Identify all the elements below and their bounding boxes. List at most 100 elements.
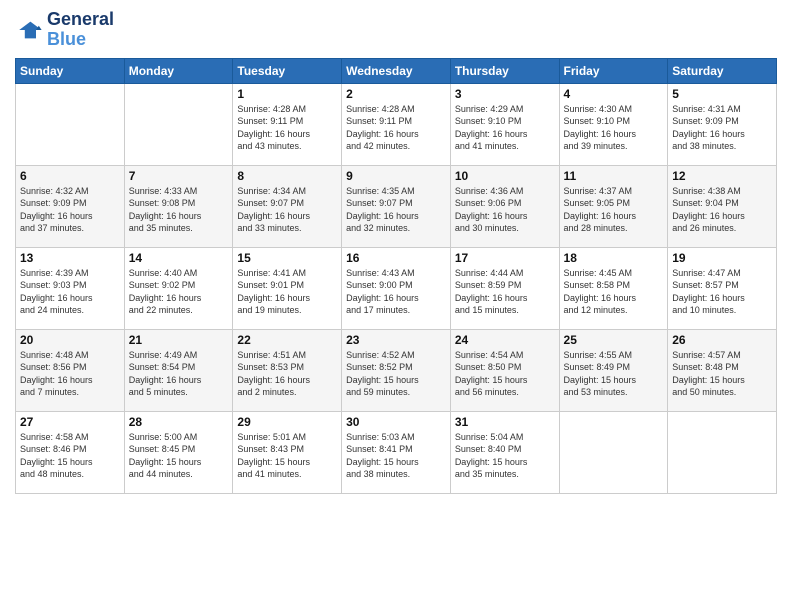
calendar-cell: 14 Sunrise: 4:40 AM Sunset: 9:02 PM Dayli… bbox=[124, 247, 233, 329]
day-number: 30 bbox=[346, 415, 446, 429]
logo-text: GeneralBlue bbox=[47, 10, 114, 50]
calendar-cell: 22Sunrise: 4:51 AM Sunset: 8:53 PM Dayli… bbox=[233, 329, 342, 411]
day-number: 11 bbox=[564, 169, 664, 183]
day-info: Sunrise: 4:37 AM Sunset: 9:05 PM Dayligh… bbox=[564, 185, 664, 235]
day-number: 26 bbox=[672, 333, 772, 347]
weekday-header: Thursday bbox=[450, 58, 559, 83]
calendar: SundayMondayTuesdayWednesdayThursdayFrid… bbox=[15, 58, 777, 494]
day-info: Sunrise: 4:32 AM Sunset: 9:09 PM Dayligh… bbox=[20, 185, 120, 235]
day-number: 2 bbox=[346, 87, 446, 101]
day-number: 23 bbox=[346, 333, 446, 347]
calendar-cell: 2Sunrise: 4:28 AM Sunset: 9:11 PM Daylig… bbox=[342, 83, 451, 165]
day-info: Sunrise: 4:52 AM Sunset: 8:52 PM Dayligh… bbox=[346, 349, 446, 399]
calendar-cell: 17 Sunrise: 4:44 AM Sunset: 8:59 PM Dayli… bbox=[450, 247, 559, 329]
day-number: 5 bbox=[672, 87, 772, 101]
calendar-cell: 16 Sunrise: 4:43 AM Sunset: 9:00 PM Dayli… bbox=[342, 247, 451, 329]
day-number: 7 bbox=[129, 169, 229, 183]
calendar-cell: 11 Sunrise: 4:37 AM Sunset: 9:05 PM Dayli… bbox=[559, 165, 668, 247]
day-number: 12 bbox=[672, 169, 772, 183]
calendar-cell: 30Sunrise: 5:03 AM Sunset: 8:41 PM Dayli… bbox=[342, 411, 451, 493]
calendar-cell: 18 Sunrise: 4:45 AM Sunset: 8:58 PM Dayli… bbox=[559, 247, 668, 329]
day-info: Sunrise: 4:28 AM Sunset: 9:11 PM Dayligh… bbox=[237, 103, 337, 153]
calendar-cell: 15Sunrise: 4:41 AM Sunset: 9:01 PM Dayli… bbox=[233, 247, 342, 329]
logo: GeneralBlue bbox=[15, 10, 114, 50]
day-number: 3 bbox=[455, 87, 555, 101]
calendar-cell: 31 Sunrise: 5:04 AM Sunset: 8:40 PM Dayli… bbox=[450, 411, 559, 493]
day-info: Sunrise: 4:36 AM Sunset: 9:06 PM Dayligh… bbox=[455, 185, 555, 235]
day-info: Sunrise: 4:54 AM Sunset: 8:50 PM Dayligh… bbox=[455, 349, 555, 399]
calendar-cell: 27 Sunrise: 4:58 AM Sunset: 8:46 PM Dayli… bbox=[16, 411, 125, 493]
day-info: Sunrise: 4:38 AM Sunset: 9:04 PM Dayligh… bbox=[672, 185, 772, 235]
day-info: Sunrise: 4:31 AM Sunset: 9:09 PM Dayligh… bbox=[672, 103, 772, 153]
day-number: 1 bbox=[237, 87, 337, 101]
calendar-cell: 12 Sunrise: 4:38 AM Sunset: 9:04 PM Dayli… bbox=[668, 165, 777, 247]
calendar-cell: 5 Sunrise: 4:31 AM Sunset: 9:09 PM Daylig… bbox=[668, 83, 777, 165]
calendar-cell: 7 Sunrise: 4:33 AM Sunset: 9:08 PM Daylig… bbox=[124, 165, 233, 247]
calendar-cell: 25Sunrise: 4:55 AM Sunset: 8:49 PM Dayli… bbox=[559, 329, 668, 411]
day-number: 4 bbox=[564, 87, 664, 101]
calendar-cell: 23 Sunrise: 4:52 AM Sunset: 8:52 PM Dayli… bbox=[342, 329, 451, 411]
day-number: 9 bbox=[346, 169, 446, 183]
calendar-week-row: 6 Sunrise: 4:32 AM Sunset: 9:09 PM Daylig… bbox=[16, 165, 777, 247]
day-number: 14 bbox=[129, 251, 229, 265]
calendar-cell: 24 Sunrise: 4:54 AM Sunset: 8:50 PM Dayli… bbox=[450, 329, 559, 411]
calendar-cell: 9 Sunrise: 4:35 AM Sunset: 9:07 PM Daylig… bbox=[342, 165, 451, 247]
day-number: 27 bbox=[20, 415, 120, 429]
day-info: Sunrise: 4:48 AM Sunset: 8:56 PM Dayligh… bbox=[20, 349, 120, 399]
header: GeneralBlue bbox=[15, 10, 777, 50]
calendar-week-row: 13Sunrise: 4:39 AM Sunset: 9:03 PM Dayli… bbox=[16, 247, 777, 329]
calendar-cell: 21Sunrise: 4:49 AM Sunset: 8:54 PM Dayli… bbox=[124, 329, 233, 411]
calendar-cell bbox=[16, 83, 125, 165]
day-info: Sunrise: 4:47 AM Sunset: 8:57 PM Dayligh… bbox=[672, 267, 772, 317]
day-info: Sunrise: 4:43 AM Sunset: 9:00 PM Dayligh… bbox=[346, 267, 446, 317]
day-number: 17 bbox=[455, 251, 555, 265]
weekday-header: Tuesday bbox=[233, 58, 342, 83]
day-info: Sunrise: 5:04 AM Sunset: 8:40 PM Dayligh… bbox=[455, 431, 555, 481]
calendar-cell bbox=[668, 411, 777, 493]
weekday-header: Saturday bbox=[668, 58, 777, 83]
weekday-header: Sunday bbox=[16, 58, 125, 83]
day-number: 22 bbox=[237, 333, 337, 347]
calendar-cell: 10Sunrise: 4:36 AM Sunset: 9:06 PM Dayli… bbox=[450, 165, 559, 247]
day-info: Sunrise: 4:45 AM Sunset: 8:58 PM Dayligh… bbox=[564, 267, 664, 317]
day-number: 6 bbox=[20, 169, 120, 183]
day-info: Sunrise: 4:33 AM Sunset: 9:08 PM Dayligh… bbox=[129, 185, 229, 235]
calendar-cell bbox=[559, 411, 668, 493]
day-info: Sunrise: 5:01 AM Sunset: 8:43 PM Dayligh… bbox=[237, 431, 337, 481]
day-number: 8 bbox=[237, 169, 337, 183]
day-info: Sunrise: 4:44 AM Sunset: 8:59 PM Dayligh… bbox=[455, 267, 555, 317]
weekday-header: Friday bbox=[559, 58, 668, 83]
day-info: Sunrise: 4:34 AM Sunset: 9:07 PM Dayligh… bbox=[237, 185, 337, 235]
calendar-cell: 28 Sunrise: 5:00 AM Sunset: 8:45 PM Dayli… bbox=[124, 411, 233, 493]
day-info: Sunrise: 5:00 AM Sunset: 8:45 PM Dayligh… bbox=[129, 431, 229, 481]
day-number: 24 bbox=[455, 333, 555, 347]
day-number: 13 bbox=[20, 251, 120, 265]
day-info: Sunrise: 4:57 AM Sunset: 8:48 PM Dayligh… bbox=[672, 349, 772, 399]
day-number: 31 bbox=[455, 415, 555, 429]
day-number: 25 bbox=[564, 333, 664, 347]
day-info: Sunrise: 4:35 AM Sunset: 9:07 PM Dayligh… bbox=[346, 185, 446, 235]
day-info: Sunrise: 4:41 AM Sunset: 9:01 PM Dayligh… bbox=[237, 267, 337, 317]
day-number: 16 bbox=[346, 251, 446, 265]
calendar-week-row: 27 Sunrise: 4:58 AM Sunset: 8:46 PM Dayli… bbox=[16, 411, 777, 493]
day-info: Sunrise: 4:29 AM Sunset: 9:10 PM Dayligh… bbox=[455, 103, 555, 153]
weekday-header: Monday bbox=[124, 58, 233, 83]
calendar-cell: 19 Sunrise: 4:47 AM Sunset: 8:57 PM Dayli… bbox=[668, 247, 777, 329]
weekday-header: Wednesday bbox=[342, 58, 451, 83]
day-number: 18 bbox=[564, 251, 664, 265]
day-number: 28 bbox=[129, 415, 229, 429]
calendar-cell: 4Sunrise: 4:30 AM Sunset: 9:10 PM Daylig… bbox=[559, 83, 668, 165]
day-info: Sunrise: 4:49 AM Sunset: 8:54 PM Dayligh… bbox=[129, 349, 229, 399]
logo-icon bbox=[15, 16, 43, 44]
day-info: Sunrise: 4:40 AM Sunset: 9:02 PM Dayligh… bbox=[129, 267, 229, 317]
calendar-cell: 13Sunrise: 4:39 AM Sunset: 9:03 PM Dayli… bbox=[16, 247, 125, 329]
calendar-cell: 6 Sunrise: 4:32 AM Sunset: 9:09 PM Daylig… bbox=[16, 165, 125, 247]
calendar-cell: 26 Sunrise: 4:57 AM Sunset: 8:48 PM Dayli… bbox=[668, 329, 777, 411]
day-number: 29 bbox=[237, 415, 337, 429]
calendar-header-row: SundayMondayTuesdayWednesdayThursdayFrid… bbox=[16, 58, 777, 83]
day-number: 19 bbox=[672, 251, 772, 265]
day-info: Sunrise: 4:58 AM Sunset: 8:46 PM Dayligh… bbox=[20, 431, 120, 481]
calendar-week-row: 1 Sunrise: 4:28 AM Sunset: 9:11 PM Daylig… bbox=[16, 83, 777, 165]
calendar-week-row: 20Sunrise: 4:48 AM Sunset: 8:56 PM Dayli… bbox=[16, 329, 777, 411]
calendar-cell: 1 Sunrise: 4:28 AM Sunset: 9:11 PM Daylig… bbox=[233, 83, 342, 165]
